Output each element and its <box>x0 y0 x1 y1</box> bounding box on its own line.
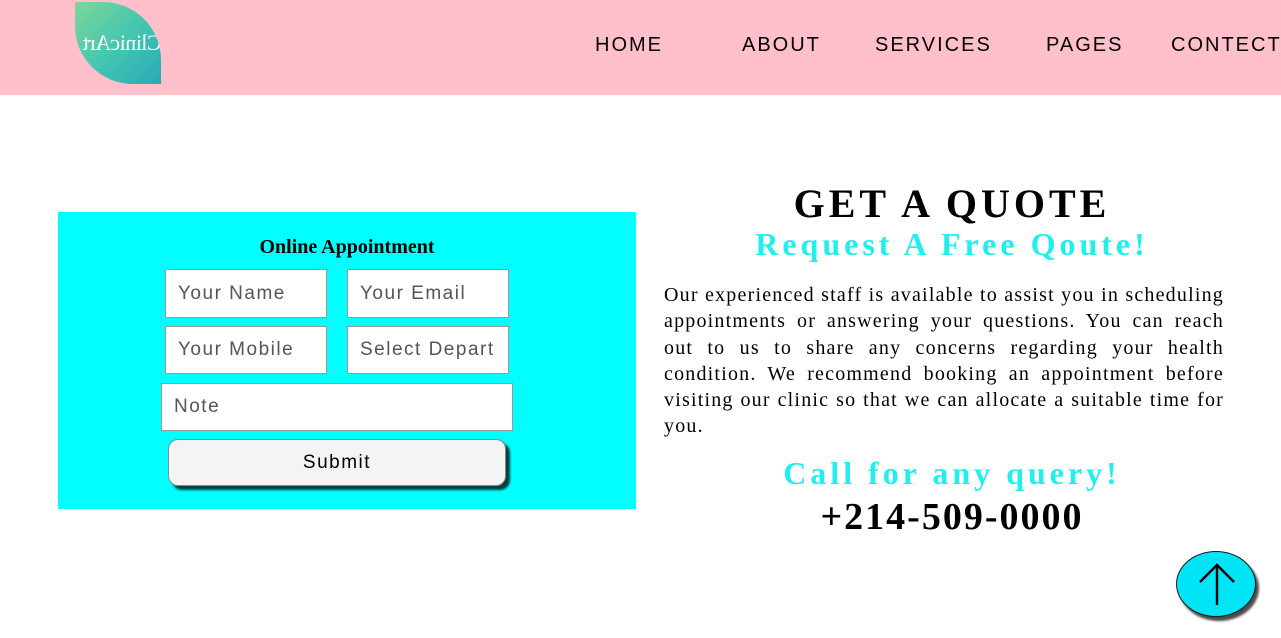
clinicart-logo[interactable]: ClinicArt <box>75 2 161 84</box>
department-select[interactable] <box>347 326 509 374</box>
appointment-form: Online Appointment Submit <box>58 212 636 509</box>
quote-paragraph: Our experienced staff is available to as… <box>664 284 1224 438</box>
nav-services[interactable]: SERVICES <box>875 34 992 56</box>
nav-pages[interactable]: PAGES <box>1046 34 1123 56</box>
note-input[interactable] <box>161 383 513 431</box>
nav-home[interactable]: HOME <box>595 34 663 56</box>
quote-title: GET A QUOTE <box>793 181 1111 226</box>
site-header: ClinicArt HOME ABOUT SERVICES PAGES CONT… <box>0 0 1281 95</box>
nav-contact[interactable]: CONTECT <box>1171 34 1281 56</box>
submit-button[interactable]: Submit <box>168 439 506 486</box>
email-input[interactable] <box>347 269 509 318</box>
phone-number[interactable]: +214-509-0000 <box>652 495 1252 539</box>
nav-about[interactable]: ABOUT <box>742 34 821 56</box>
arrow-up-icon <box>1199 563 1235 605</box>
scroll-to-top-button[interactable] <box>1176 551 1256 617</box>
quote-subtitle: Request A Free Qoute! <box>755 226 1149 262</box>
mobile-input[interactable] <box>165 326 327 374</box>
logo-text: ClinicArt <box>83 30 161 55</box>
form-title: Online Appointment <box>259 236 435 258</box>
name-input[interactable] <box>165 269 327 318</box>
call-query-text: Call for any query! <box>783 455 1121 491</box>
